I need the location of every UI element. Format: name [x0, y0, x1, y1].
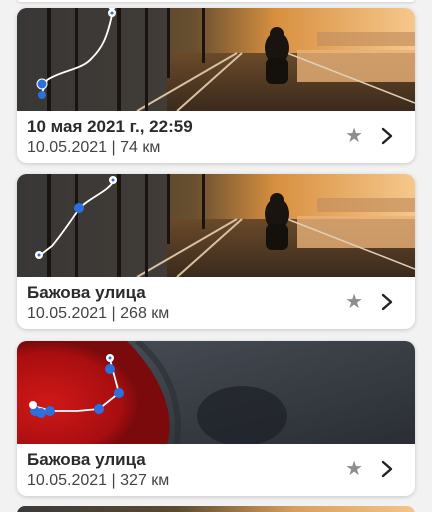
route-map-overlay — [36, 8, 116, 99]
trip-card[interactable]: Бажова улица 10.05.2021 | 268 км ★ — [17, 174, 415, 329]
chevron-right-icon[interactable] — [377, 290, 397, 314]
trip-date: 10.05.2021 — [27, 472, 108, 489]
trip-card[interactable]: 10 мая 2021 г., 22:59 10.05.2021 | 74 км… — [17, 8, 415, 163]
trip-thumbnail — [17, 341, 415, 444]
separator: | — [111, 305, 116, 322]
trip-card[interactable]: Бажова улица 10.05.2021 | 327 км ★ — [17, 341, 415, 496]
star-icon[interactable]: ★ — [345, 292, 363, 312]
trip-thumbnail — [17, 8, 415, 111]
route-map-overlay — [29, 354, 124, 418]
star-icon[interactable]: ★ — [345, 126, 363, 146]
trip-distance: 74 км — [120, 139, 161, 156]
trip-distance: 268 км — [120, 305, 170, 322]
trip-distance: 327 км — [120, 472, 170, 489]
star-icon[interactable]: ★ — [345, 459, 363, 479]
trip-date: 10.05.2021 — [27, 139, 108, 156]
chevron-right-icon[interactable] — [377, 124, 397, 148]
separator: | — [111, 472, 116, 489]
trip-thumbnail — [17, 174, 415, 277]
next-card-edge — [17, 506, 415, 512]
chevron-right-icon[interactable] — [377, 457, 397, 481]
route-map-overlay — [35, 176, 117, 259]
trip-date: 10.05.2021 — [27, 305, 108, 322]
previous-card-edge — [17, 0, 415, 2]
separator: | — [111, 139, 116, 156]
